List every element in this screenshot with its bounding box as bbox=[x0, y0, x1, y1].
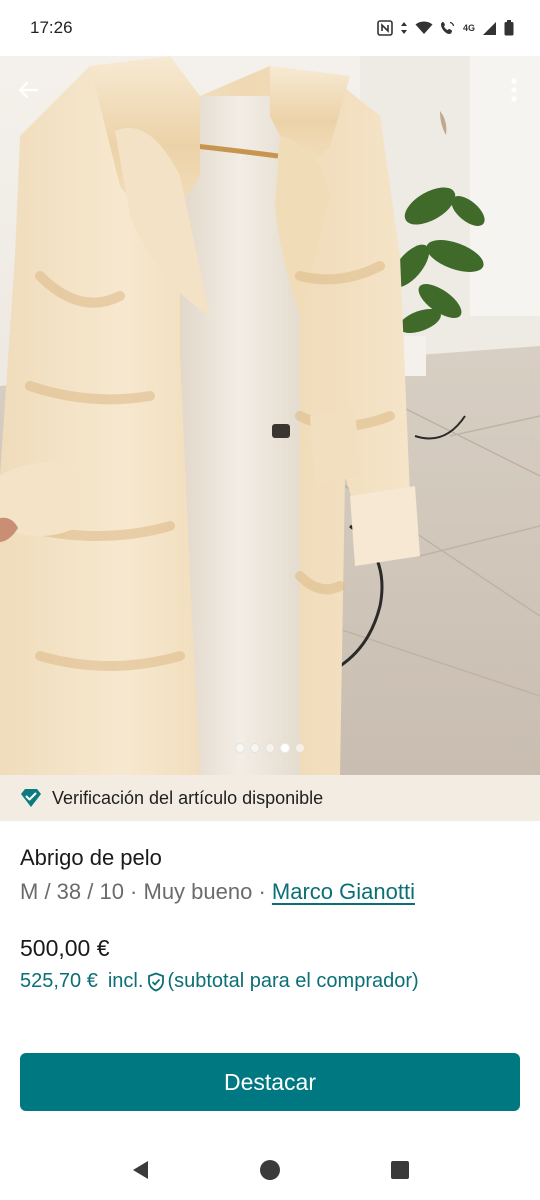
data-arrows-icon bbox=[400, 21, 408, 35]
carousel-indicator bbox=[0, 743, 540, 753]
status-time: 17:26 bbox=[30, 18, 73, 37]
wifi-calling-icon bbox=[440, 20, 456, 36]
verification-text: Verificación del artículo disponible bbox=[52, 787, 324, 808]
item-price: 500,00 € bbox=[20, 935, 110, 961]
battery-icon bbox=[504, 20, 514, 36]
status-bar: 17:26 4G bbox=[0, 0, 540, 56]
shield-check-icon bbox=[147, 972, 165, 992]
status-icons: 4G bbox=[377, 20, 514, 36]
diamond-check-icon bbox=[21, 789, 41, 807]
system-nav-bar bbox=[0, 1140, 540, 1200]
more-vertical-icon bbox=[511, 78, 517, 102]
product-photo[interactable] bbox=[0, 56, 540, 775]
back-button[interactable] bbox=[10, 72, 46, 108]
buyer-price-row[interactable]: 525,70 € incl. (subtotal para el comprad… bbox=[20, 970, 419, 993]
carousel-dot[interactable] bbox=[295, 743, 305, 753]
triangle-back-icon bbox=[133, 1161, 148, 1179]
carousel-dot-active[interactable] bbox=[280, 743, 290, 753]
item-size-condition: M / 38 / 10 · Muy bueno · bbox=[20, 879, 272, 904]
more-options-button[interactable] bbox=[500, 72, 528, 108]
bump-button-label: Destacar bbox=[223, 1068, 317, 1095]
signal-icon bbox=[482, 21, 497, 36]
buyer-price-incl: incl. bbox=[107, 970, 144, 992]
bump-button[interactable]: Destacar bbox=[20, 1053, 520, 1111]
fur-coat-photo bbox=[0, 56, 540, 775]
arrow-left-icon bbox=[18, 81, 39, 99]
wifi-icon bbox=[415, 21, 433, 35]
nfc-icon bbox=[377, 20, 393, 36]
carousel-dot[interactable] bbox=[250, 743, 260, 753]
item-meta: M / 38 / 10 · Muy bueno · Marco Gianotti bbox=[20, 879, 415, 905]
carousel-dot[interactable] bbox=[265, 743, 275, 753]
nav-back-button[interactable] bbox=[120, 1150, 160, 1190]
buyer-price-note: (subtotal para el comprador) bbox=[167, 970, 419, 992]
carousel-dot[interactable] bbox=[235, 743, 245, 753]
brand-link[interactable]: Marco Gianotti bbox=[272, 879, 415, 904]
item-title: Abrigo de pelo bbox=[20, 845, 162, 870]
verification-banner[interactable]: Verificación del artículo disponible bbox=[0, 775, 540, 821]
nav-home-button[interactable] bbox=[250, 1150, 290, 1190]
network-type-label: 4G bbox=[462, 22, 475, 33]
buyer-price: 525,70 € bbox=[20, 970, 98, 992]
square-recents-icon bbox=[391, 1161, 409, 1179]
nav-recents-button[interactable] bbox=[380, 1150, 420, 1190]
circle-home-icon bbox=[260, 1160, 280, 1180]
